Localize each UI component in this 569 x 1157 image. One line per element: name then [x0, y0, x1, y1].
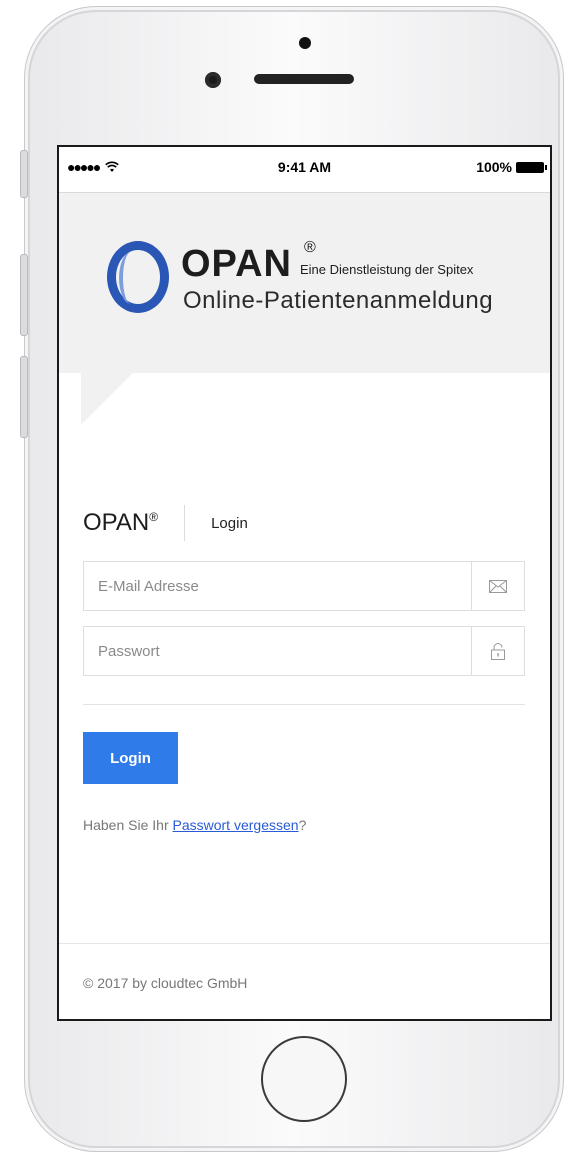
- battery-icon: [516, 161, 547, 173]
- proximity-sensor: [299, 37, 311, 49]
- logo-tagline: Eine Dienstleistung der Spitex: [300, 262, 474, 277]
- email-input[interactable]: [84, 562, 472, 610]
- login-header: OPAN® Login: [83, 505, 248, 541]
- battery-percent: 100%: [476, 159, 512, 175]
- envelope-icon: [471, 562, 524, 610]
- footer-divider: [59, 943, 550, 944]
- password-field-group: [83, 626, 525, 676]
- email-field-group: [83, 561, 525, 611]
- phone-screen: ●●●●● 9:41 AM 100% OPAN ® Eine Dienstlei…: [57, 145, 552, 1021]
- footer-copyright: © 2017 by cloudtec GmbH: [83, 975, 248, 991]
- logo-name: OPAN: [181, 243, 292, 285]
- forgot-password-text: Haben Sie Ihr Passwort vergessen?: [83, 817, 307, 833]
- password-input[interactable]: [84, 627, 472, 675]
- banner-tail: [81, 373, 133, 425]
- logo-mark: [107, 241, 169, 313]
- forgot-password-link[interactable]: Passwort vergessen: [173, 817, 299, 833]
- login-button[interactable]: Login: [83, 732, 178, 784]
- lock-icon: [471, 627, 524, 675]
- battery-status: 100%: [476, 159, 547, 175]
- mute-switch: [20, 150, 28, 198]
- status-bar: ●●●●● 9:41 AM 100%: [59, 147, 550, 193]
- login-heading: Login: [211, 514, 248, 532]
- brand-title: OPAN®: [83, 509, 159, 536]
- home-button[interactable]: [261, 1036, 347, 1122]
- form-divider: [83, 704, 525, 705]
- volume-up-button: [20, 254, 28, 336]
- header-divider: [184, 505, 186, 541]
- earpiece-speaker: [254, 74, 354, 84]
- logo-registered: ®: [304, 239, 316, 256]
- volume-down-button: [20, 356, 28, 438]
- front-camera: [205, 72, 221, 88]
- logo-subtitle: Online-Patientenanmeldung: [183, 287, 494, 314]
